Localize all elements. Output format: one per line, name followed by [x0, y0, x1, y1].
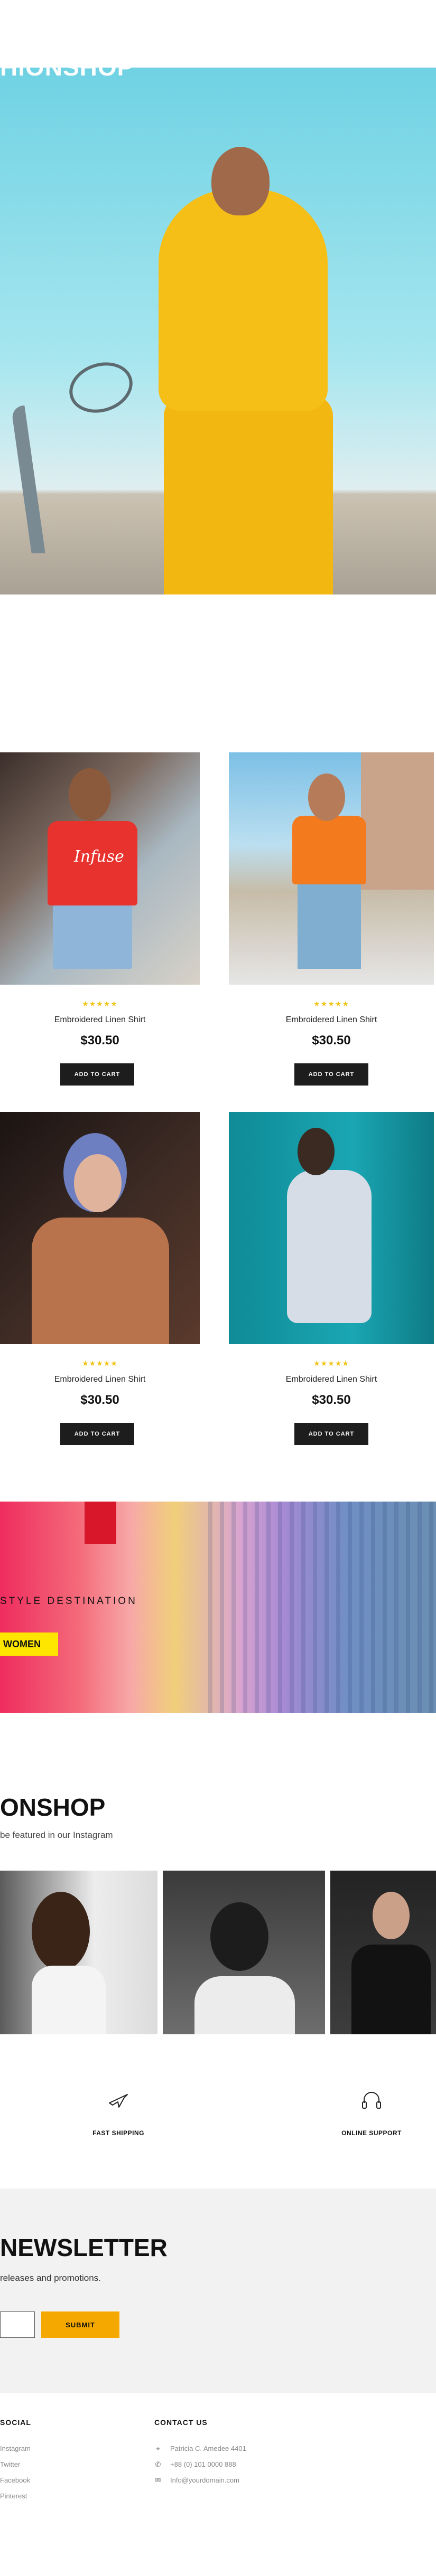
- contact-address: ⌖ Patricia C. Amedee 4401: [154, 2445, 246, 2453]
- model-hoodie: [159, 189, 328, 411]
- model-jeans: [298, 884, 361, 969]
- location-icon: ⌖: [156, 2445, 160, 2452]
- product-rating-stars: ★★★★★: [313, 1359, 349, 1367]
- building-facade: [361, 752, 434, 890]
- newsletter-section: [0, 2188, 436, 2393]
- product-price: $30.50: [80, 1393, 119, 1407]
- model-head: [69, 768, 111, 821]
- contact-email[interactable]: ✉ Info@yourdomain.com: [154, 2476, 239, 2485]
- social-link-twitter[interactable]: Twitter: [0, 2460, 20, 2468]
- newsletter-submit-button[interactable]: SUBMIT: [41, 2311, 119, 2338]
- social-link-pinterest[interactable]: Pinterest: [0, 2492, 27, 2500]
- banner-stripes-decoration: [201, 1502, 436, 1713]
- contact-phone-text: +88 (0) 101 0000 888: [170, 2460, 236, 2468]
- model-orange-tee: [292, 816, 366, 884]
- model-head: [32, 1892, 90, 1971]
- model-head: [298, 1128, 335, 1175]
- contact-heading: CONTACT US: [154, 2418, 208, 2427]
- product-price: $30.50: [80, 1033, 119, 1048]
- model-top: [194, 1976, 295, 2034]
- social-link-instagram[interactable]: Instagram: [0, 2445, 31, 2452]
- instagram-photo[interactable]: [163, 1871, 325, 2034]
- product-image[interactable]: Infuse: [0, 752, 200, 985]
- newsletter-subtitle: releases and promotions.: [0, 2273, 101, 2283]
- instagram-photo[interactable]: [0, 1871, 157, 2034]
- contact-email-text: Info@yourdomain.com: [170, 2476, 239, 2484]
- product-rating-stars: ★★★★★: [313, 999, 349, 1008]
- phone-icon: ✆: [155, 2460, 161, 2468]
- model-pants: [164, 395, 333, 595]
- model-coat: [32, 1218, 169, 1344]
- social-heading: SOCIAL: [0, 2418, 31, 2427]
- model-face: [74, 1154, 122, 1212]
- product-name[interactable]: Embroidered Linen Shirt: [229, 1015, 434, 1025]
- product-image[interactable]: [229, 752, 434, 985]
- banner-title: HIONSHOP: [0, 53, 134, 81]
- basketball-hoop: [62, 354, 140, 421]
- model-jacket: [351, 1945, 431, 2034]
- product-name[interactable]: Embroidered Linen Shirt: [0, 1375, 200, 1384]
- product-price: $30.50: [312, 1033, 351, 1048]
- add-to-cart-button[interactable]: ADD TO CART: [60, 1063, 134, 1086]
- model-head: [211, 147, 270, 215]
- instagram-section-title: ONSHOP: [0, 1794, 106, 1821]
- model-head: [373, 1892, 410, 1939]
- feature-label: ONLINE SUPPORT: [341, 2129, 402, 2137]
- banner-red-shape: [85, 1502, 116, 1544]
- model-denim-shorts: [53, 905, 132, 969]
- newsletter-email-input[interactable]: [0, 2311, 35, 2338]
- product-rating-stars: ★★★★★: [82, 999, 118, 1008]
- product-price: $30.50: [312, 1393, 351, 1407]
- newsletter-title: NEWSLETTER: [0, 2234, 168, 2261]
- banner-subtitle: STYLE DESTINATION: [0, 1596, 137, 1607]
- mail-icon: ✉: [155, 2476, 161, 2484]
- add-to-cart-button[interactable]: ADD TO CART: [294, 1063, 368, 1086]
- product-rating-stars: ★★★★★: [82, 1359, 118, 1367]
- fashion-promo-banner: [0, 1502, 436, 1713]
- product-name[interactable]: Embroidered Linen Shirt: [0, 1015, 200, 1025]
- social-link-facebook[interactable]: Facebook: [0, 2476, 30, 2484]
- product-image[interactable]: [0, 1112, 200, 1344]
- model-dress: [287, 1170, 372, 1323]
- add-to-cart-button[interactable]: ADD TO CART: [60, 1423, 134, 1445]
- plane-icon: [106, 2088, 131, 2112]
- model-hat: [210, 1902, 268, 1971]
- add-to-cart-button[interactable]: ADD TO CART: [294, 1423, 368, 1445]
- model-white-top: [32, 1966, 106, 2034]
- shop-women-button[interactable]: WOMEN: [0, 1633, 58, 1656]
- contact-phone[interactable]: ✆ +88 (0) 101 0000 888: [154, 2460, 236, 2469]
- hero-banner-image: [0, 68, 436, 595]
- product-name[interactable]: Embroidered Linen Shirt: [229, 1375, 434, 1384]
- instagram-photo[interactable]: [330, 1871, 436, 2034]
- contact-address-text: Patricia C. Amedee 4401: [170, 2445, 246, 2452]
- feature-label: FAST SHIPPING: [92, 2129, 144, 2137]
- instagram-section-subtitle: be featured in our Instagram: [0, 1830, 113, 1840]
- model-head: [308, 773, 345, 821]
- product-image[interactable]: [229, 1112, 434, 1344]
- tee-print-text: Infuse: [74, 847, 124, 866]
- headphones-icon: [359, 2088, 384, 2112]
